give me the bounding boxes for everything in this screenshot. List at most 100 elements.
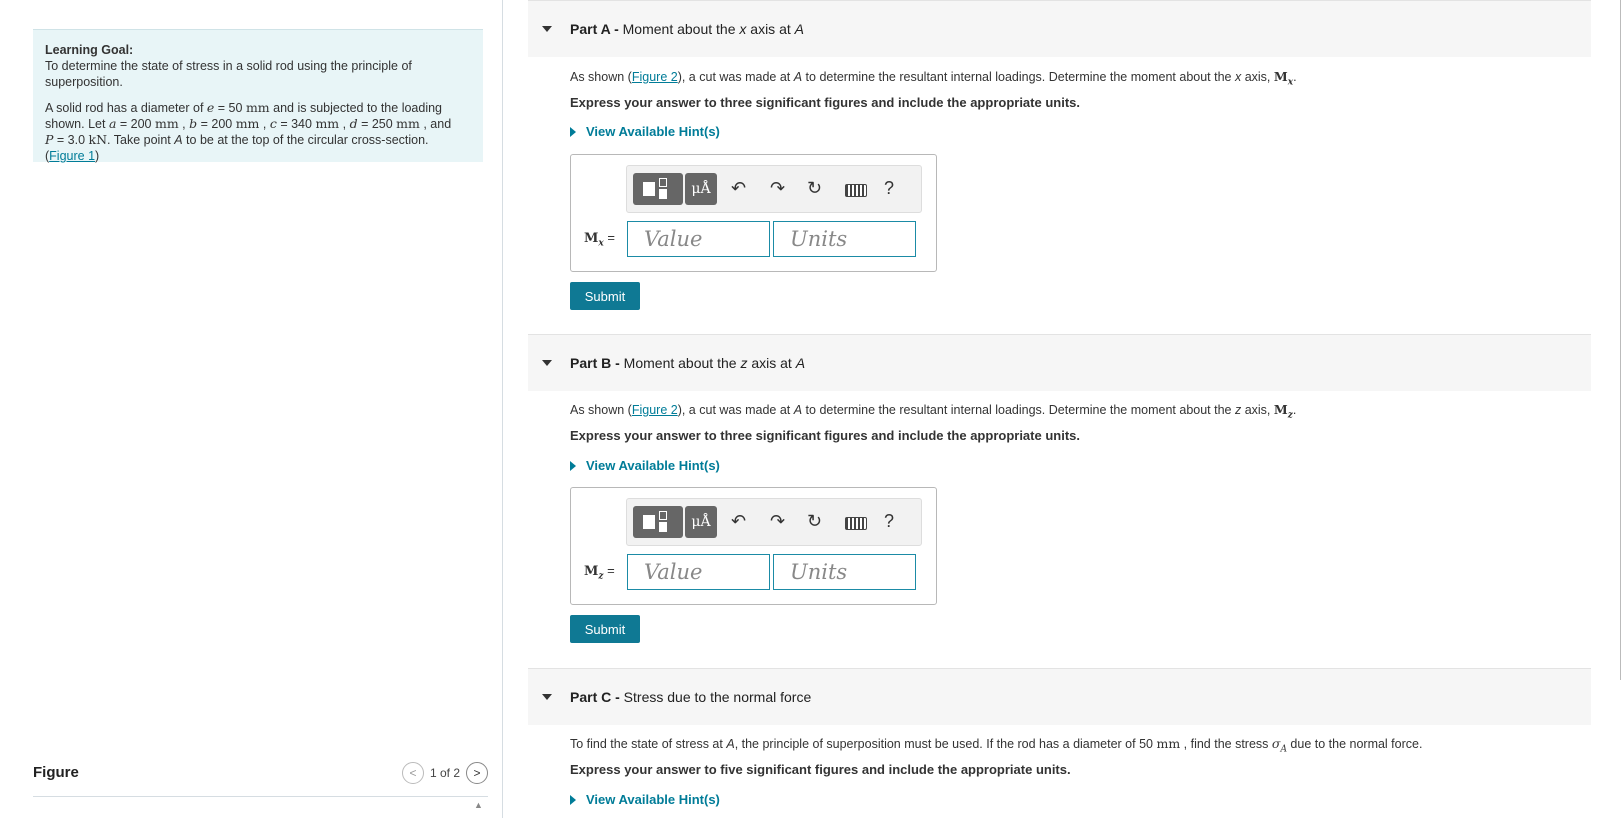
q-text: to determine the resultant internal load… [802, 403, 1235, 417]
scrollbar-track[interactable] [1620, 0, 1621, 680]
q-text: . [1292, 403, 1297, 417]
collapse-triangle-icon[interactable] [542, 360, 552, 366]
value-input[interactable]: Value [627, 554, 770, 590]
figure-2-link[interactable]: Figure 2 [632, 403, 678, 417]
part-label: Part A - [570, 21, 619, 37]
moment-symbol: M [1273, 402, 1288, 417]
part-title-text: axis at [747, 355, 796, 371]
figure-page-count: 1 of 2 [429, 766, 460, 780]
hint-label: View Available Hint(s) [586, 458, 720, 473]
part-label: Part B - [570, 355, 620, 371]
point-var: A [793, 403, 803, 417]
unit-mm: mm [396, 116, 420, 131]
units-button[interactable]: μÅ [685, 173, 717, 205]
moment-symbol: M [584, 231, 599, 246]
template-icon[interactable] [633, 173, 683, 205]
math-toolbar: μÅ ↶ ↷ ↻ ? [626, 498, 922, 546]
help-icon[interactable]: ? [884, 178, 894, 199]
undo-icon[interactable]: ↶ [731, 178, 746, 199]
val-p: = 3.0 [53, 133, 89, 147]
q-text: to determine the resultant internal load… [802, 70, 1235, 84]
figure-bar: Figure < 1 of 2 > [33, 760, 488, 797]
part-c-hint-toggle[interactable]: View Available Hint(s) [570, 792, 720, 807]
learning-goal-box: Learning Goal: To determine the state of… [33, 29, 483, 164]
unit-mm: mm [245, 100, 270, 115]
unit-mm: mm [235, 116, 260, 131]
hint-label: View Available Hint(s) [586, 124, 720, 139]
answer-label: Mz = [584, 563, 615, 582]
stmt-text: to be at the top of the circular cross-s… [182, 133, 429, 147]
part-a-answer-box: μÅ ↶ ↷ ↻ ? Mx = Value Units [570, 154, 937, 272]
problem-statement: A solid rod has a diameter of e = 50 mm … [45, 100, 471, 164]
part-a-question: As shown (Figure 2), a cut was made at A… [570, 69, 1297, 88]
equals: = [603, 563, 615, 578]
collapse-triangle-icon[interactable] [542, 26, 552, 32]
part-b-hint-toggle[interactable]: View Available Hint(s) [570, 458, 720, 473]
part-b-header[interactable]: Part B - Moment about the z axis at A [528, 334, 1591, 391]
undo-icon[interactable]: ↶ [731, 511, 746, 532]
reset-icon[interactable]: ↻ [807, 178, 822, 199]
point-var: A [795, 355, 806, 371]
var-d: d [349, 116, 358, 131]
paren: ) [95, 149, 100, 163]
figure-2-link[interactable]: Figure 2 [632, 70, 678, 84]
units-input[interactable]: Units [773, 221, 916, 257]
var-c: c [269, 116, 277, 131]
point-var: A [726, 737, 735, 751]
math-toolbar: μÅ ↶ ↷ ↻ ? [626, 165, 922, 213]
part-b-answer-box: μÅ ↶ ↷ ↻ ? Mz = Value Units [570, 487, 937, 605]
collapse-triangle-icon[interactable] [542, 694, 552, 700]
template-icon[interactable] [633, 506, 683, 538]
point-var: A [794, 21, 804, 37]
sep: , [259, 117, 270, 131]
stmt-text: . Take point [107, 133, 175, 147]
units-button[interactable]: μÅ [685, 506, 717, 538]
val-d: = 250 [357, 117, 397, 131]
part-b-title: Part B - Moment about the z axis at A [570, 355, 805, 371]
value-input[interactable]: Value [627, 221, 770, 257]
part-c-title: Part C - Stress due to the normal force [570, 689, 811, 705]
q-text: As shown ( [570, 403, 632, 417]
part-a-submit-button[interactable]: Submit [570, 282, 640, 310]
q-text: due to the normal force. [1286, 737, 1423, 751]
next-figure-button[interactable]: > [466, 762, 488, 784]
val-c: = 340 [276, 117, 316, 131]
stmt-text: A solid rod has a diameter of [45, 101, 207, 115]
q-text: As shown ( [570, 70, 632, 84]
answer-label: Mx = [584, 230, 615, 249]
part-c-header[interactable]: Part C - Stress due to the normal force [528, 668, 1591, 725]
part-a-hint-toggle[interactable]: View Available Hint(s) [570, 124, 720, 139]
point-a: A [174, 133, 183, 147]
sep: , [339, 117, 350, 131]
q-text: , the principle of superposition must be… [734, 737, 1157, 751]
figure-1-link[interactable]: Figure 1 [49, 149, 95, 163]
unit-mm: mm [315, 116, 340, 131]
expand-triangle-icon [570, 460, 576, 471]
scroll-up-icon[interactable]: ▲ [474, 800, 483, 810]
val-e: = 50 [214, 101, 246, 115]
expand-triangle-icon [570, 126, 576, 137]
unit-mm: mm [1156, 736, 1181, 751]
prev-figure-button[interactable]: < [401, 762, 424, 784]
q-text: axis, [1241, 70, 1274, 84]
moment-symbol: M [584, 564, 599, 579]
part-b-submit-button[interactable]: Submit [570, 615, 640, 643]
redo-icon[interactable]: ↷ [770, 178, 785, 199]
keyboard-icon[interactable] [845, 517, 867, 530]
part-a-instruction: Express your answer to three significant… [570, 95, 1080, 110]
unit-mm: mm [154, 116, 179, 131]
redo-icon[interactable]: ↷ [770, 511, 785, 532]
equals: = [603, 230, 615, 245]
q-text: ), a cut was made at [677, 403, 794, 417]
val-b: = 200 [197, 117, 236, 131]
var-b: b [189, 116, 198, 131]
keyboard-icon[interactable] [845, 184, 867, 197]
expand-triangle-icon [570, 794, 576, 805]
units-input[interactable]: Units [773, 554, 916, 590]
part-a-header[interactable]: Part A - Moment about the x axis at A [528, 0, 1591, 57]
help-icon[interactable]: ? [884, 511, 894, 532]
part-c-question: To find the state of stress at A, the pr… [570, 736, 1422, 755]
hint-label: View Available Hint(s) [586, 792, 720, 807]
learning-goal-text: To determine the state of stress in a so… [45, 59, 412, 89]
reset-icon[interactable]: ↻ [807, 511, 822, 532]
